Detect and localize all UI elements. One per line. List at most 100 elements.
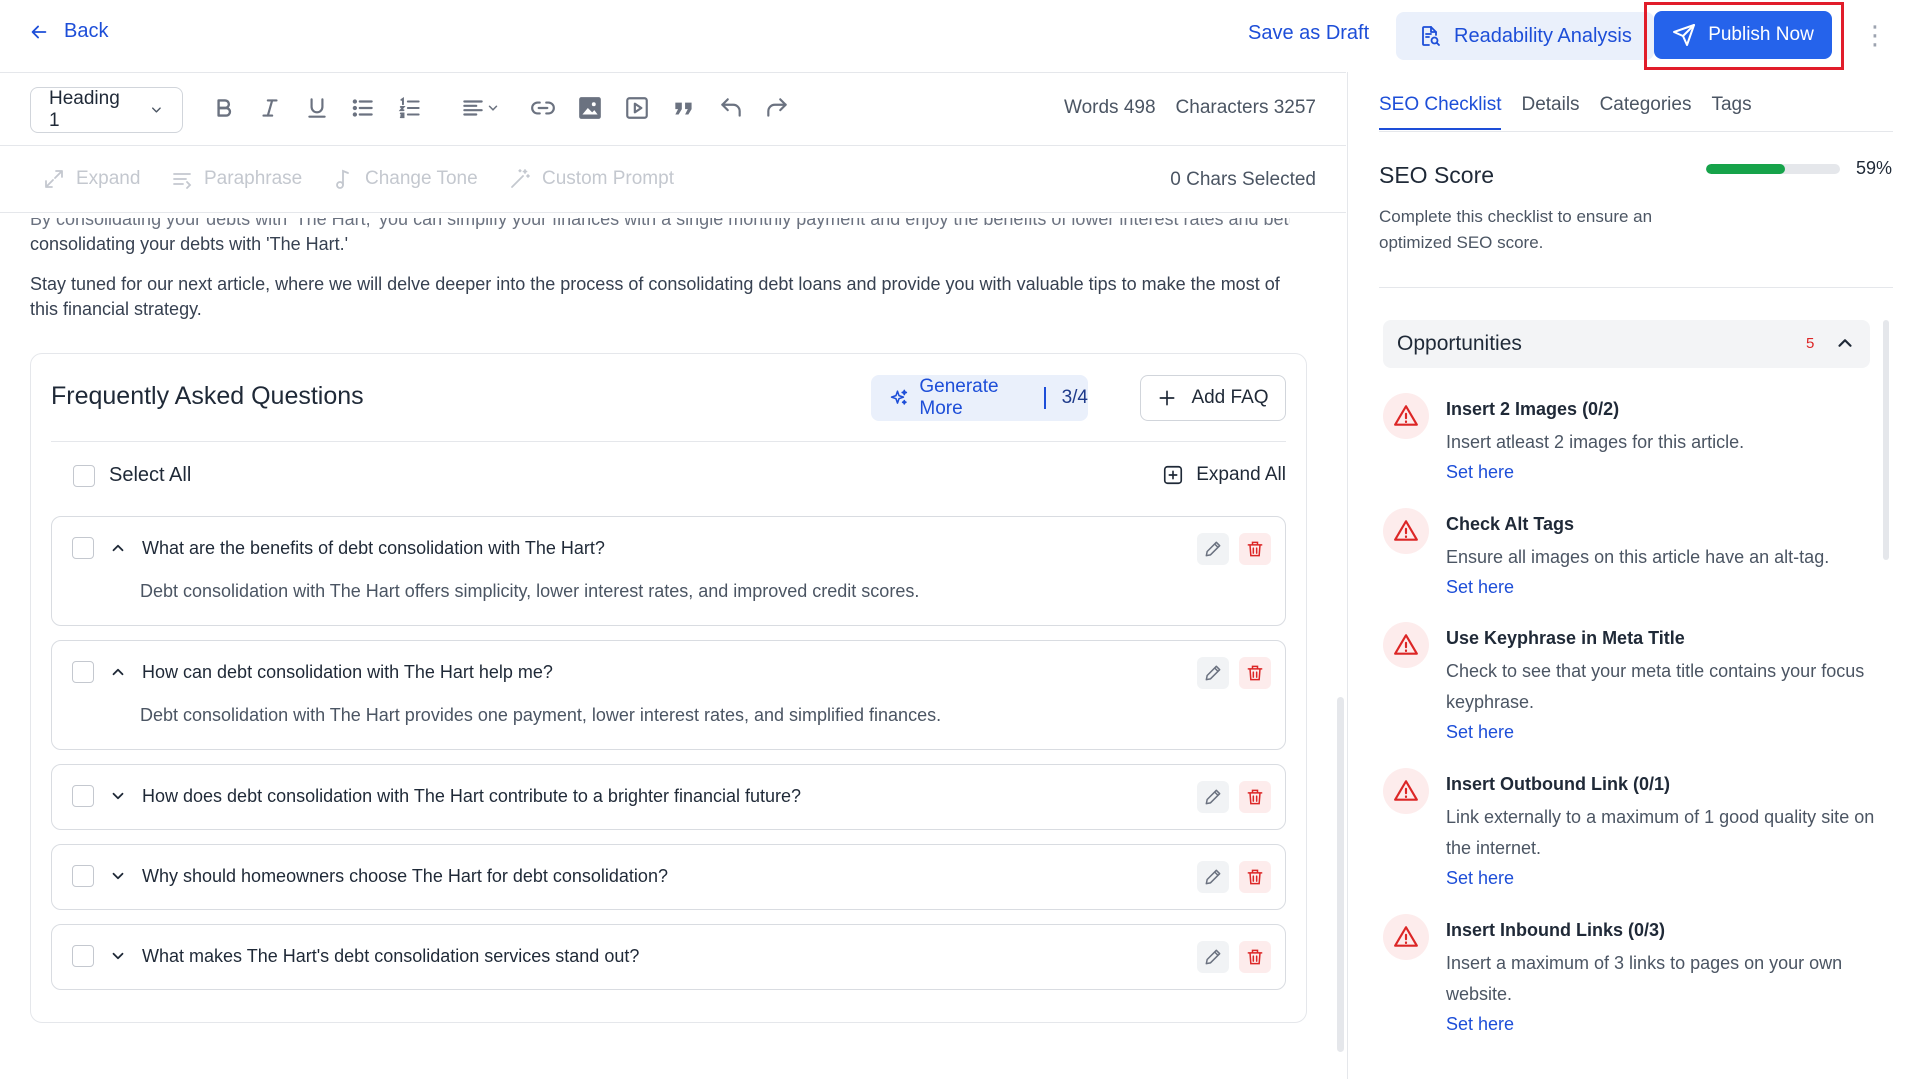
add-faq-label: Add FAQ [1191,387,1269,408]
select-all-label: Select All [109,464,192,486]
faq-actions [1197,941,1271,973]
save-as-draft-button[interactable]: Save as Draft [1248,22,1369,45]
add-faq-button[interactable]: Add FAQ [1140,375,1286,421]
sparkle-icon [890,389,908,405]
custom-prompt-button[interactable]: Custom Prompt [508,167,674,191]
align-dropdown-icon[interactable] [455,93,505,123]
pencil-icon[interactable] [1197,533,1229,565]
format-toolbar: Heading 1 Words 498 Characters 3257 [0,73,1346,146]
pencil-icon[interactable] [1197,941,1229,973]
numbered-list-icon[interactable] [395,93,425,123]
faq-actions [1197,781,1271,813]
select-all-row: Select All [73,464,191,487]
set-here-link[interactable]: Set here [1446,868,1514,889]
italic-icon[interactable] [255,93,285,123]
video-icon[interactable] [622,93,652,123]
underline-icon[interactable] [302,93,332,123]
opportunities-count: 5 [1806,335,1815,352]
quote-icon[interactable] [669,93,699,123]
set-here-link[interactable]: Set here [1446,577,1514,598]
change-tone-button[interactable]: Change Tone [331,167,478,191]
warning-icon [1383,393,1429,439]
bullet-list-icon[interactable] [348,93,378,123]
opportunity-item: Insert Outbound Link (0/1) Link external… [1383,768,1883,898]
separator [1043,387,1046,409]
seo-score-bar [1706,164,1840,174]
back-button[interactable]: Back [28,20,108,43]
chevron-down-icon[interactable] [108,866,128,886]
publish-label: Publish Now [1708,24,1814,45]
seo-score-description: Complete this checklist to ensure an opt… [1379,207,1653,252]
send-icon [1673,24,1696,46]
set-here-link[interactable]: Set here [1446,1014,1514,1035]
link-icon[interactable] [528,93,558,123]
bold-icon[interactable] [209,93,239,123]
opportunity-text: Ensure all images on this article have a… [1446,547,1830,567]
more-options-icon[interactable]: ⋮ [1862,22,1888,48]
word-count: Words 498 [1064,97,1156,118]
faq-checkbox[interactable] [72,785,94,807]
trash-icon[interactable] [1239,861,1271,893]
undo-icon[interactable] [716,93,746,123]
paraphrase-tool-button[interactable]: Paraphrase [170,167,302,191]
generate-more-button[interactable]: Generate More 3/4 [871,375,1088,421]
tab-tags[interactable]: Tags [1711,94,1751,130]
faq-item: What makes The Hart's debt consolidation… [51,924,1286,990]
faq-question: What are the benefits of debt consolidat… [142,537,605,558]
heading-select[interactable]: Heading 1 [30,87,183,133]
set-here-link[interactable]: Set here [1446,462,1514,483]
opportunity-name: Check Alt Tags [1446,514,1575,534]
redo-icon[interactable] [762,93,792,123]
top-bar: Back Save as Draft Readability Analysis … [0,0,1919,72]
faq-section: Frequently Asked Questions Generate More… [30,353,1307,1023]
heading-select-value: Heading 1 [49,88,120,131]
expand-tool-button[interactable]: Expand [42,167,140,191]
panel-scrollbar[interactable] [1883,320,1889,560]
faq-question: How can debt consolidation with The Hart… [142,661,553,682]
faq-question: What makes The Hart's debt consolidation… [142,945,640,966]
expand-all-button[interactable]: Expand All [1162,464,1286,486]
chevron-up-icon[interactable] [108,538,128,558]
editor-content[interactable]: By consolidating your debts with 'The Ha… [30,218,1290,337]
pencil-icon[interactable] [1197,781,1229,813]
paraphrase-icon [173,173,192,189]
opportunities-header[interactable]: Opportunities 5 [1383,320,1870,368]
faq-question: Why should homeowners choose The Hart fo… [142,865,668,886]
publish-now-button[interactable]: Publish Now [1654,11,1832,59]
plus-square-icon [1164,465,1183,485]
trash-icon[interactable] [1239,781,1271,813]
seo-score-fill [1706,164,1786,174]
trash-icon[interactable] [1239,657,1271,689]
readability-analysis-button[interactable]: Readability Analysis [1396,12,1654,60]
set-here-link[interactable]: Set here [1446,722,1514,743]
faq-checkbox[interactable] [72,865,94,887]
editor-scrollbar[interactable] [1337,697,1344,1052]
chevron-down-icon [152,107,161,113]
magic-wand-icon [511,169,530,188]
faq-item: What are the benefits of debt consolidat… [51,516,1286,626]
readability-label: Readability Analysis [1454,24,1632,47]
select-all-checkbox[interactable] [73,464,95,487]
warning-icon [1383,508,1429,554]
pencil-icon[interactable] [1197,657,1229,689]
tab-categories[interactable]: Categories [1600,94,1692,130]
faq-checkbox[interactable] [72,945,94,967]
faq-item: How does debt consolidation with The Har… [51,764,1286,830]
seo-score-label: SEO Score [1379,162,1495,188]
pencil-icon[interactable] [1197,861,1229,893]
opportunity-item: Insert Inbound Links (0/3) Insert a maxi… [1383,914,1883,1044]
paragraph-end: consolidating your debts with 'The Hart.… [30,234,349,254]
plus-icon [1159,390,1175,406]
image-icon[interactable] [575,93,605,123]
chevron-down-icon[interactable] [108,786,128,806]
tab-seo-checklist[interactable]: SEO Checklist [1379,94,1502,130]
chevron-up-icon[interactable] [1834,332,1856,354]
chevron-up-icon[interactable] [108,662,128,682]
faq-checkbox[interactable] [72,661,94,683]
trash-icon[interactable] [1239,941,1271,973]
music-note-icon [336,169,349,189]
tab-details[interactable]: Details [1521,94,1579,130]
trash-icon[interactable] [1239,533,1271,565]
faq-checkbox[interactable] [72,537,94,559]
chevron-down-icon[interactable] [108,946,128,966]
